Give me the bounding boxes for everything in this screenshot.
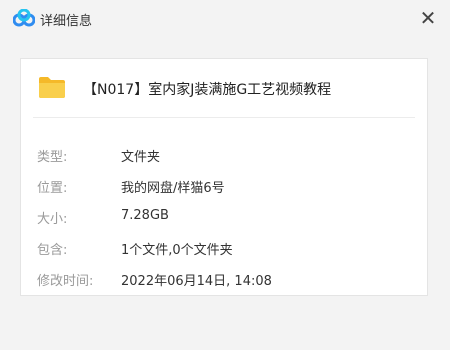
file-name: 【N017】室内家J装满施G工艺视频教程 xyxy=(83,82,332,98)
detail-label: 包含: xyxy=(37,243,68,258)
details-panel: 【N017】室内家J装满施G工艺视频教程 类型: 文件夹 位置: 我的网盘/样猫… xyxy=(20,58,428,296)
window-title: 详细信息 xyxy=(40,14,93,29)
detail-value: 我的网盘/样猫6号 xyxy=(121,181,225,196)
close-button[interactable]: ✕ xyxy=(416,6,440,30)
detail-label: 类型: xyxy=(37,150,68,165)
baidu-netdisk-logo-icon xyxy=(13,9,35,27)
detail-value: 7.28GB xyxy=(121,208,169,223)
detail-value: 文件夹 xyxy=(121,150,161,165)
detail-value: 2022年06月14日, 14:08 xyxy=(121,274,272,289)
details-window: 详细信息 ✕ 【N017】室内家J装满施G工艺视频教程 类型: 文件夹 位置: … xyxy=(0,0,450,350)
detail-label: 位置: xyxy=(37,181,68,196)
detail-value: 1个文件,0个文件夹 xyxy=(121,243,233,258)
detail-label: 大小: xyxy=(37,212,68,227)
folder-icon xyxy=(39,77,65,98)
detail-label: 修改时间: xyxy=(37,274,94,289)
title-bar: 详细信息 ✕ xyxy=(0,0,450,38)
divider xyxy=(33,117,415,118)
